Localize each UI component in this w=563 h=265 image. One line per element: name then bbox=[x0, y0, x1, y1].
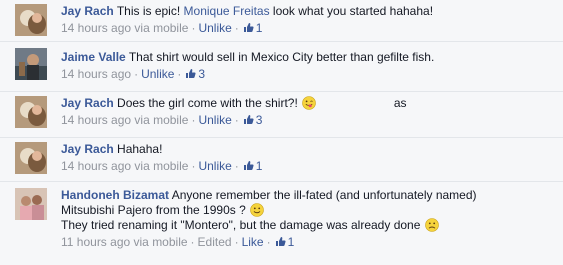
like-count-link[interactable]: 1 bbox=[274, 235, 295, 249]
like-count: 1 bbox=[255, 21, 263, 35]
comment-item: Jay Rach This is epic! Monique Freitas l… bbox=[0, 0, 563, 40]
comment-item: Jay Rach Does the girl come with the shi… bbox=[0, 91, 563, 136]
edited-label[interactable]: Edited bbox=[198, 235, 232, 249]
comment-text-line2: Mitsubishi Pajero from the 1990s ? bbox=[61, 203, 246, 217]
comment-item: Jaime Valle That shirt would sell in Mex… bbox=[0, 41, 563, 90]
comment-text: Does the girl come with the shirt?! bbox=[117, 96, 298, 110]
author-name[interactable]: Jay Rach bbox=[61, 142, 114, 156]
via-label: via mobile bbox=[133, 235, 188, 249]
like-link[interactable]: Like bbox=[242, 235, 264, 249]
thumbs-up-icon bbox=[243, 115, 254, 124]
comment-meta: 14 hours ago · Unlike · 3 bbox=[61, 67, 206, 81]
timestamp[interactable]: 14 hours ago bbox=[61, 67, 131, 81]
thumbs-up-icon bbox=[243, 161, 254, 170]
mention-link[interactable]: Monique Freitas bbox=[184, 4, 270, 18]
avatar[interactable] bbox=[15, 188, 47, 220]
comment-body: Jay Rach Hahaha! 14 hours ago via mobile… bbox=[61, 142, 555, 174]
comment-meta: 14 hours ago via mobile · Unlike · 3 bbox=[61, 113, 263, 127]
like-count: 1 bbox=[255, 159, 263, 173]
timestamp[interactable]: 14 hours ago bbox=[61, 113, 131, 127]
author-name[interactable]: Jay Rach bbox=[61, 4, 114, 18]
smile-emoji-icon bbox=[250, 203, 264, 217]
like-count-link[interactable]: 1 bbox=[242, 159, 263, 173]
avatar[interactable] bbox=[15, 142, 47, 174]
like-count-link[interactable]: 3 bbox=[184, 67, 205, 81]
comment-body: Jay Rach This is epic! Monique Freitas l… bbox=[61, 4, 555, 36]
avatar[interactable] bbox=[15, 48, 47, 80]
author-name[interactable]: Handoneh Bizamat bbox=[61, 188, 169, 202]
comment-text: This is epic! bbox=[116, 4, 181, 18]
author-name[interactable]: Jay Rach bbox=[61, 96, 114, 110]
via-label: via mobile bbox=[134, 113, 189, 127]
thumbs-up-icon bbox=[275, 237, 286, 246]
via-label: via mobile bbox=[134, 159, 189, 173]
timestamp[interactable]: 14 hours ago bbox=[61, 159, 131, 173]
comment-list: Jay Rach This is epic! Monique Freitas l… bbox=[0, 0, 563, 265]
via-label: via mobile bbox=[134, 21, 189, 35]
unlike-link[interactable]: Unlike bbox=[198, 113, 231, 127]
timestamp[interactable]: 14 hours ago bbox=[61, 21, 131, 35]
comment-body: Jaime Valle That shirt would sell in Mex… bbox=[61, 50, 555, 82]
like-count-link[interactable]: 1 bbox=[242, 21, 263, 35]
author-name[interactable]: Jaime Valle bbox=[61, 50, 126, 64]
like-count-link[interactable]: 3 bbox=[242, 113, 263, 127]
comment-meta: 14 hours ago via mobile · Unlike · 1 bbox=[61, 159, 263, 173]
like-count: 3 bbox=[198, 67, 206, 81]
comment-item: Handoneh Bizamat Anyone remember the ill… bbox=[0, 181, 563, 265]
thumbs-up-icon bbox=[243, 23, 254, 32]
comment-text: That shirt would sell in Mexico City bet… bbox=[128, 50, 435, 64]
like-count: 1 bbox=[287, 235, 295, 249]
comment-item: Jay Rach Hahaha! 14 hours ago via mobile… bbox=[0, 137, 563, 180]
avatar[interactable] bbox=[15, 4, 47, 36]
like-count: 3 bbox=[255, 113, 263, 127]
comment-text: Hahaha! bbox=[117, 142, 163, 156]
comment-text-line3: They tried renaming it "Montero", but th… bbox=[61, 218, 421, 232]
tongue-emoji-icon bbox=[302, 96, 316, 110]
comment-text-after: look what you started hahaha! bbox=[272, 4, 434, 18]
comment-text: Anyone remember the ill-fated (and unfor… bbox=[171, 188, 477, 202]
timestamp[interactable]: 11 hours ago bbox=[61, 235, 130, 249]
comment-body: Handoneh Bizamat Anyone remember the ill… bbox=[61, 188, 555, 250]
comment-text-after: as bbox=[393, 96, 407, 110]
unlike-link[interactable]: Unlike bbox=[198, 159, 231, 173]
frown-emoji-icon bbox=[424, 218, 439, 232]
comment-meta: 14 hours ago via mobile · Unlike · 1 bbox=[61, 21, 263, 35]
unlike-link[interactable]: Unlike bbox=[198, 21, 231, 35]
comment-body: Jay Rach Does the girl come with the shi… bbox=[61, 96, 555, 128]
unlike-link[interactable]: Unlike bbox=[141, 67, 174, 81]
comment-meta: 11 hours ago via mobile · Edited · Like · 1 bbox=[61, 235, 295, 249]
thumbs-up-icon bbox=[186, 69, 196, 78]
avatar[interactable] bbox=[15, 96, 47, 128]
